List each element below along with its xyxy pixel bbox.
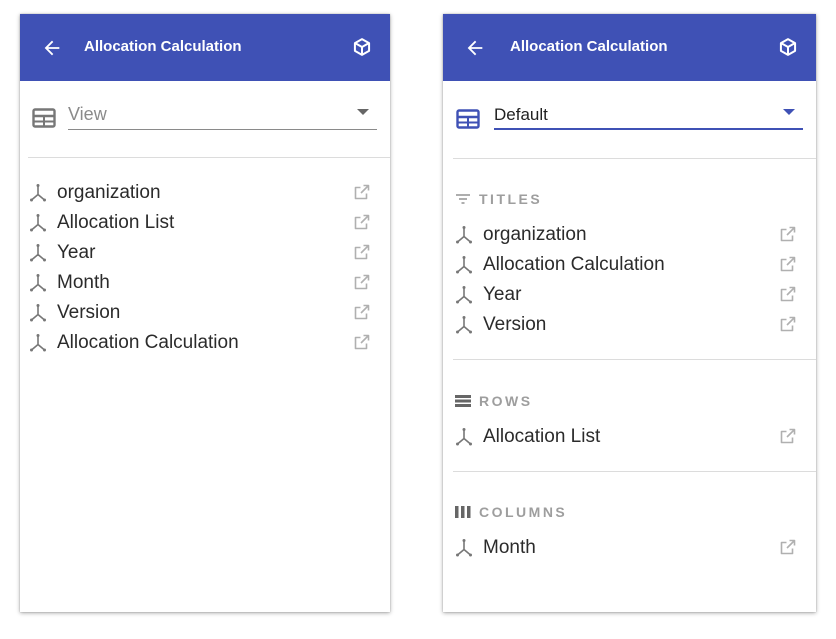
panel-title: Allocation Calculation (84, 38, 242, 55)
dimension-item[interactable]: Month (454, 533, 816, 563)
dimension-label: Version (483, 314, 547, 335)
header-bar: Allocation Calculation (443, 14, 816, 81)
dimension-item[interactable]: Month (28, 268, 390, 298)
right-panel: Allocation Calculation Default TITLES or… (443, 14, 816, 612)
dimension-item[interactable]: Year (454, 280, 816, 310)
axis-icon (28, 303, 48, 323)
open-external-icon[interactable] (353, 333, 371, 351)
dimension-label: Month (57, 272, 110, 293)
open-external-icon[interactable] (353, 183, 371, 201)
cube-icon[interactable] (778, 37, 798, 57)
divider (453, 471, 816, 472)
columns-icon (455, 506, 471, 518)
dimension-label: Allocation Calculation (57, 332, 239, 353)
dimension-item[interactable]: Version (28, 298, 390, 328)
axis-icon (28, 243, 48, 263)
divider (453, 359, 816, 360)
dimension-label: Year (483, 284, 522, 305)
open-external-icon[interactable] (779, 255, 797, 273)
dimension-label: organization (483, 224, 587, 245)
dimension-label: Version (57, 302, 121, 323)
axis-icon (454, 315, 474, 335)
dimension-item[interactable]: Year (28, 238, 390, 268)
dimension-label: Allocation List (483, 426, 601, 447)
open-external-icon[interactable] (779, 427, 797, 445)
open-external-icon[interactable] (353, 243, 371, 261)
left-panel: Allocation Calculation View organization… (20, 14, 390, 612)
dimension-label: Month (483, 537, 536, 558)
dropdown-caret-icon (357, 109, 369, 115)
panel-title: Allocation Calculation (510, 38, 668, 55)
open-external-icon[interactable] (353, 273, 371, 291)
dimension-label: Allocation List (57, 212, 175, 233)
open-external-icon[interactable] (779, 538, 797, 556)
axis-icon (28, 273, 48, 293)
open-external-icon[interactable] (779, 225, 797, 243)
axis-icon (454, 427, 474, 447)
open-external-icon[interactable] (353, 303, 371, 321)
filter-lines-icon (456, 194, 470, 204)
section-label: TITLES (479, 191, 543, 207)
dimension-item[interactable]: Allocation Calculation (454, 250, 816, 280)
axis-icon (454, 225, 474, 245)
axis-icon (28, 213, 48, 233)
dimension-item[interactable]: Allocation List (28, 208, 390, 238)
dimension-label: organization (57, 182, 161, 203)
select-underline (68, 129, 377, 130)
dimension-item[interactable]: Version (454, 310, 816, 340)
select-underline (494, 128, 803, 130)
table-grid-icon (456, 109, 480, 129)
dimension-item[interactable]: Allocation List (454, 422, 816, 452)
open-external-icon[interactable] (779, 315, 797, 333)
open-external-icon[interactable] (779, 285, 797, 303)
back-arrow-icon[interactable] (40, 37, 64, 59)
open-external-icon[interactable] (353, 213, 371, 231)
axis-icon (28, 333, 48, 353)
cube-icon[interactable] (352, 37, 372, 57)
view-selector-row: View (20, 100, 390, 140)
divider (28, 157, 390, 158)
axis-icon (454, 285, 474, 305)
header-bar: Allocation Calculation (20, 14, 390, 81)
dimension-item[interactable]: organization (28, 178, 390, 208)
axis-icon (454, 538, 474, 558)
divider (453, 158, 816, 159)
axis-icon (28, 183, 48, 203)
dropdown-caret-icon (783, 109, 795, 115)
rows-icon (455, 395, 471, 407)
dimension-item[interactable]: organization (454, 220, 816, 250)
view-select-value: View (68, 104, 107, 124)
view-select[interactable]: View (68, 100, 377, 130)
dimension-label: Year (57, 242, 96, 263)
section-label: COLUMNS (479, 504, 568, 520)
back-arrow-icon[interactable] (463, 37, 487, 59)
view-selector-row: Default (443, 100, 816, 140)
dimension-item[interactable]: Allocation Calculation (28, 328, 390, 358)
view-select[interactable]: Default (494, 100, 803, 130)
table-grid-icon (32, 108, 56, 128)
view-select-value: Default (494, 105, 548, 124)
axis-icon (454, 255, 474, 275)
dimension-label: Allocation Calculation (483, 254, 665, 275)
section-label: ROWS (479, 393, 533, 409)
